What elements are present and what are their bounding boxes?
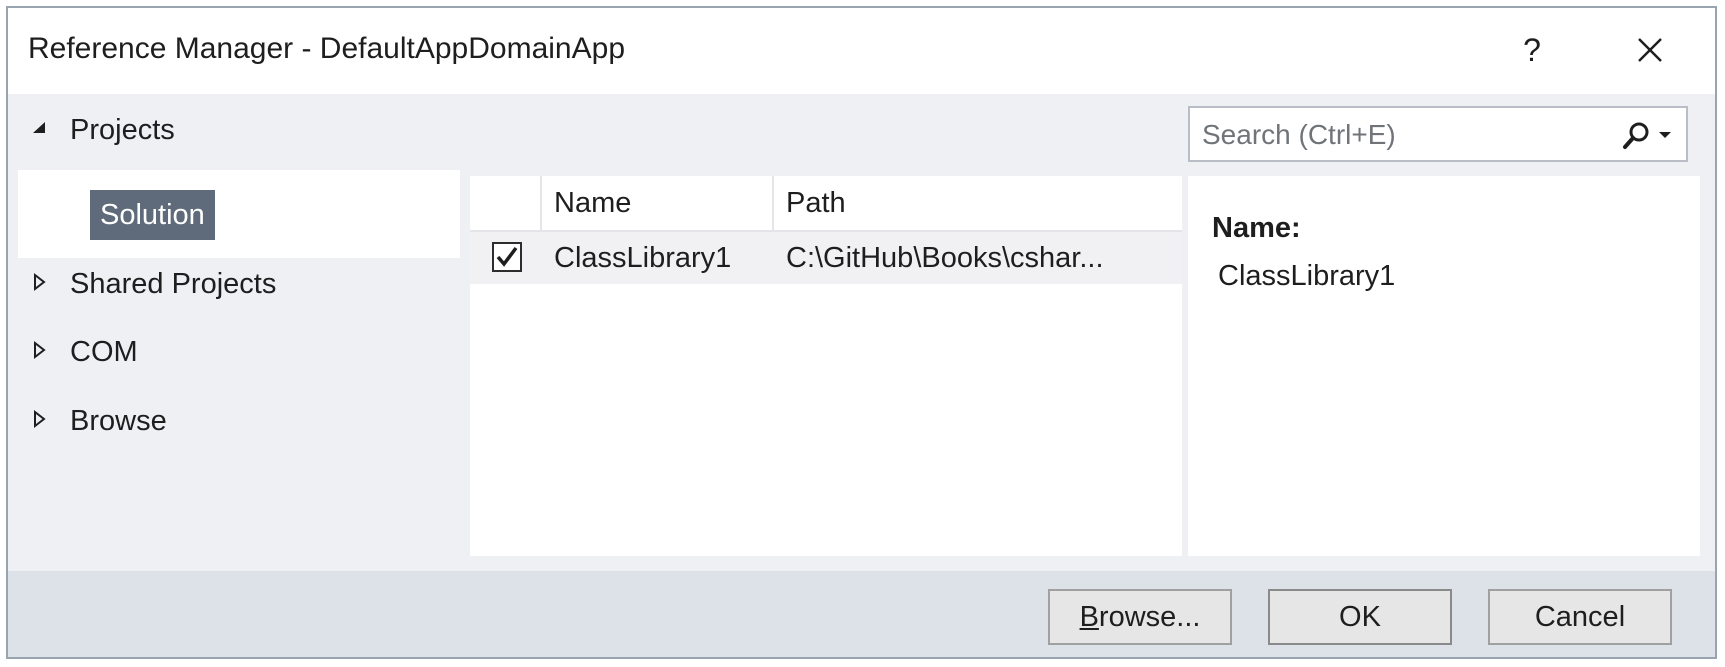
collapsed-triangle-icon bbox=[34, 272, 46, 292]
cancel-button[interactable]: Cancel bbox=[1488, 589, 1672, 645]
tree-item-label: COM bbox=[70, 336, 138, 368]
close-button[interactable] bbox=[1626, 26, 1674, 74]
button-bar: Browse... OK Cancel bbox=[8, 571, 1715, 657]
title-bar: Reference Manager - DefaultAppDomainApp … bbox=[8, 8, 1715, 94]
browse-hotkey: B bbox=[1079, 601, 1099, 633]
search-box bbox=[1188, 106, 1688, 162]
search-input[interactable] bbox=[1200, 114, 1584, 156]
tree-item-label: Shared Projects bbox=[70, 268, 277, 300]
details-name-label: Name: bbox=[1212, 212, 1301, 244]
checkmark-icon bbox=[496, 246, 518, 267]
row-path-cell: C:\GitHub\Books\cshar... bbox=[786, 242, 1104, 274]
tree-item-solution[interactable]: Solution bbox=[18, 170, 460, 258]
tree-item-projects[interactable]: Projects bbox=[8, 100, 460, 160]
reference-list: Name Path ClassLibrary1 C:\GitHub\Books\… bbox=[470, 176, 1182, 556]
category-tree: Projects Solution Shared Projects COM Br… bbox=[8, 94, 460, 571]
details-name-value: ClassLibrary1 bbox=[1218, 260, 1396, 292]
browse-label: rowse... bbox=[1098, 601, 1201, 633]
list-header: Name Path bbox=[470, 176, 1182, 232]
tree-item-com[interactable]: COM bbox=[8, 322, 460, 382]
expanded-triangle-icon bbox=[33, 122, 45, 133]
column-header-path[interactable]: Path bbox=[774, 176, 1182, 230]
chevron-down-icon[interactable] bbox=[1658, 130, 1672, 140]
tree-item-label: Browse bbox=[70, 405, 167, 437]
table-row[interactable]: ClassLibrary1 C:\GitHub\Books\cshar... bbox=[470, 232, 1182, 284]
close-icon bbox=[1638, 38, 1662, 62]
ok-button[interactable]: OK bbox=[1268, 589, 1452, 645]
column-header-check[interactable] bbox=[470, 176, 542, 230]
window-title: Reference Manager - DefaultAppDomainApp bbox=[28, 32, 625, 65]
collapsed-triangle-icon bbox=[34, 409, 46, 429]
collapsed-triangle-icon bbox=[34, 340, 46, 360]
reference-checkbox[interactable] bbox=[492, 242, 522, 272]
tree-item-shared-projects[interactable]: Shared Projects bbox=[8, 254, 460, 314]
details-pane: Name: ClassLibrary1 bbox=[1188, 176, 1700, 556]
column-header-name[interactable]: Name bbox=[542, 176, 774, 230]
tree-item-browse[interactable]: Browse bbox=[8, 391, 460, 451]
help-button[interactable]: ? bbox=[1508, 26, 1556, 74]
tree-item-label: Projects bbox=[70, 114, 175, 146]
tree-item-label: Solution bbox=[90, 190, 215, 240]
row-name-cell: ClassLibrary1 bbox=[554, 242, 732, 274]
browse-button[interactable]: Browse... bbox=[1048, 589, 1232, 645]
reference-manager-dialog: Reference Manager - DefaultAppDomainApp … bbox=[6, 6, 1717, 659]
search-icon[interactable] bbox=[1622, 120, 1652, 150]
